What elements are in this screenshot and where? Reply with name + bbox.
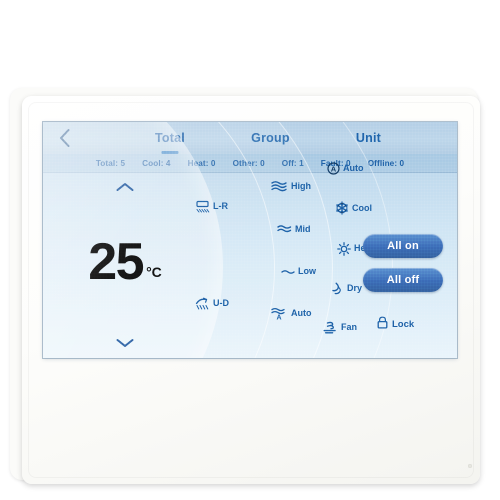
water-drop-icon bbox=[331, 282, 344, 295]
fan-speed-option-low[interactable]: Low bbox=[281, 265, 316, 276]
temperature-readout: 25 °C bbox=[88, 233, 162, 292]
device-sensor-dot bbox=[468, 464, 472, 468]
swing-option-list: L-R U-D bbox=[195, 200, 229, 310]
lock-label: Lock bbox=[392, 318, 415, 330]
fan-blower-icon bbox=[323, 321, 338, 334]
top-tab-bar: Total Group Unit bbox=[43, 122, 457, 155]
chevron-down-icon bbox=[116, 338, 134, 347]
back-button[interactable] bbox=[53, 127, 75, 149]
mode-option-fan[interactable]: Fan bbox=[323, 321, 374, 334]
status-off: Off: 1 bbox=[281, 158, 304, 168]
status-other: Other: 0 bbox=[232, 158, 265, 168]
chevron-up-icon bbox=[116, 183, 134, 191]
tab-total[interactable]: Total bbox=[153, 131, 187, 145]
lock-button[interactable]: Lock bbox=[377, 316, 414, 332]
status-total: Total: 5 bbox=[95, 158, 126, 168]
fan-speed-option-high[interactable]: High bbox=[271, 180, 316, 193]
mode-option-auto[interactable]: A Auto bbox=[327, 162, 374, 175]
svg-text:A: A bbox=[277, 314, 282, 320]
status-cool: Cool: 4 bbox=[142, 158, 171, 168]
fan-mid-icon bbox=[277, 224, 292, 235]
temperature-up-button[interactable] bbox=[112, 180, 138, 194]
fan-speed-label: High bbox=[291, 181, 311, 191]
sun-icon bbox=[337, 241, 351, 256]
chevron-left-icon bbox=[59, 129, 69, 147]
temperature-control: 25 °C bbox=[61, 180, 189, 350]
fan-speed-option-list: High Mid Low A Auto bbox=[271, 180, 316, 320]
svg-text:A: A bbox=[331, 165, 337, 174]
mode-label: Dry bbox=[347, 282, 363, 293]
fan-speed-option-auto[interactable]: A Auto bbox=[271, 307, 316, 320]
status-heat: Heat: 0 bbox=[187, 158, 216, 168]
mode-label: Cool bbox=[352, 202, 372, 213]
swing-up-down-icon bbox=[195, 297, 210, 310]
all-on-button[interactable]: All on bbox=[363, 234, 443, 258]
swing-option-label: L-R bbox=[213, 201, 228, 211]
fan-speed-label: Mid bbox=[295, 224, 311, 235]
mode-label: Auto bbox=[343, 163, 364, 173]
temperature-down-button[interactable] bbox=[112, 336, 138, 350]
swing-option-lr[interactable]: L-R bbox=[195, 200, 229, 213]
control-panel-body: 25 °C L-R U-D High Mid Low A Auto A Auto… bbox=[43, 122, 457, 358]
tab-group[interactable]: Group bbox=[249, 131, 292, 145]
swing-left-right-icon bbox=[195, 200, 210, 213]
fan-high-icon bbox=[271, 180, 288, 193]
status-summary-bar: Total: 5 Cool: 4 Heat: 0 Other: 0 Off: 1… bbox=[43, 154, 457, 173]
fan-low-icon bbox=[281, 267, 295, 276]
lcd-screen: Total Group Unit Total: 5 Cool: 4 Heat: … bbox=[43, 122, 457, 358]
fan-speed-label: Low bbox=[298, 265, 316, 276]
swing-option-label: U-D bbox=[213, 298, 229, 308]
mode-option-cool[interactable]: Cool bbox=[335, 201, 374, 215]
temperature-value: 25 bbox=[88, 233, 144, 292]
tab-unit[interactable]: Unit bbox=[354, 131, 383, 145]
fan-speed-label: Auto bbox=[291, 307, 312, 318]
screenshot-root: Total Group Unit Total: 5 Cool: 4 Heat: … bbox=[0, 0, 500, 500]
snowflake-icon bbox=[335, 201, 349, 215]
tab-list: Total Group Unit bbox=[153, 122, 383, 154]
padlock-icon bbox=[377, 316, 388, 332]
mode-label: Fan bbox=[341, 322, 358, 332]
temperature-unit: °C bbox=[146, 263, 162, 280]
swing-option-ud[interactable]: U-D bbox=[195, 297, 229, 310]
auto-circle-a-icon: A bbox=[327, 162, 340, 175]
fan-auto-icon: A bbox=[271, 307, 288, 320]
all-off-button[interactable]: All off bbox=[363, 268, 443, 292]
fan-speed-option-mid[interactable]: Mid bbox=[277, 224, 316, 235]
